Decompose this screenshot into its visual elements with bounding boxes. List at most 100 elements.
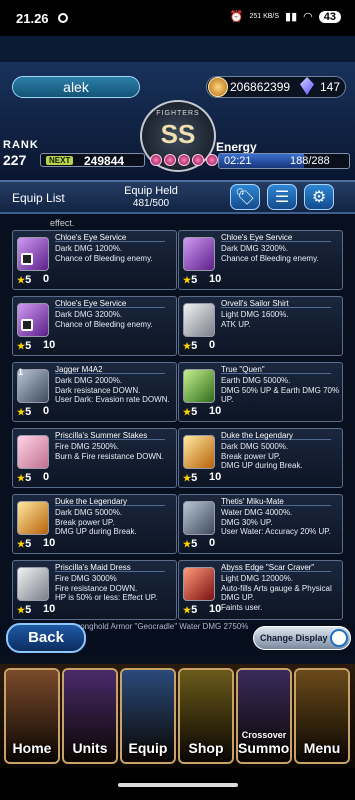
notification-icon (58, 13, 68, 23)
star-icon: ★ (183, 473, 192, 483)
nav-shop[interactable]: Shop (178, 668, 234, 764)
equip-card[interactable]: Chloe's Eye Service Dark DMG 1200%. Chanc… (12, 230, 177, 290)
equip-card[interactable]: Chloe's Eye Service Dark DMG 3200%. Chanc… (178, 230, 343, 290)
equip-card[interactable]: Abyss Edge "Scar Craver" Light DMG 12000%… (178, 560, 343, 620)
equip-description: Dark DMG 5000%. Break power UP. DMG UP d… (221, 442, 303, 470)
rarity-value: 5 (25, 406, 32, 418)
rarity-value: 5 (25, 538, 32, 550)
back-button[interactable]: Back (6, 623, 86, 653)
equip-name: Duke the Legendary (55, 497, 128, 506)
equip-description: Earth DMG 5000%. DMG 50% UP & Earth DMG … (221, 376, 340, 404)
equip-name: Chloe's Eye Service (55, 233, 127, 242)
equip-card[interactable]: Priscilla's Summer Stakes Fire DMG 2500%.… (12, 428, 177, 488)
equip-description: Dark DMG 5000%. Break power UP. DMG UP d… (55, 508, 137, 536)
partial-item-text: effect. (50, 218, 75, 228)
equip-card[interactable]: Duke the Legendary Dark DMG 5000%. Break … (178, 428, 343, 488)
equip-description: Dark DMG 3200%. Chance of Bleeding enemy… (221, 244, 319, 263)
equip-rarity: ★5 (183, 340, 197, 352)
heart-icon (192, 154, 204, 166)
star-icon: ★ (17, 539, 26, 549)
equip-rarity: ★5 (183, 538, 197, 550)
equip-rarity: ★5 (17, 604, 31, 616)
equip-held-value: 481/500 (132, 198, 170, 209)
equip-rarity: ★5 (183, 472, 197, 484)
equip-card[interactable]: Orvell's Sailor Shirt Light DMG 1600%. AT… (178, 296, 343, 356)
rank-label: RANK (3, 139, 39, 151)
equip-name: Thetis' Miku-Mate (221, 497, 284, 506)
equip-thumbnail (183, 501, 215, 535)
nav-equip[interactable]: Equip (120, 668, 176, 764)
star-icon: ★ (17, 605, 26, 615)
star-icon: ★ (183, 407, 192, 417)
equip-card[interactable]: True "Quen" Earth DMG 5000%. DMG 50% UP &… (178, 362, 343, 422)
equip-rarity: ★5 (17, 274, 31, 286)
star-icon: ★ (183, 605, 192, 615)
nav-label: Menu (303, 740, 341, 756)
equip-card[interactable]: Chloe's Eye Service Dark DMG 3200%. Chanc… (12, 296, 177, 356)
nav-menu[interactable]: Menu (294, 668, 350, 764)
nav-label: Shop (188, 740, 224, 756)
tag-filter-button[interactable]: 🏷 (230, 184, 260, 210)
equip-description: Dark DMG 1200%. Chance of Bleeding enemy… (55, 244, 153, 263)
emblem-text: FIGHTERS (156, 110, 200, 117)
equip-rarity: ★5 (17, 472, 31, 484)
equip-card[interactable]: 1 Jagger M4A2 Dark DMG 2000%. Dark resista… (12, 362, 177, 422)
equip-card[interactable]: Thetis' Miku-Mate Water DMG 4000%. DMG 30… (178, 494, 343, 554)
equip-description: Fire DMG 3000% Fire resistance DOWN. HP … (55, 574, 158, 602)
energy-label: Energy (216, 140, 257, 154)
equip-description: Light DMG 1600%. ATK UP. (221, 310, 289, 329)
equip-thumbnail (17, 567, 49, 601)
energy-value: 188/288 (290, 155, 330, 167)
player-name[interactable]: alek (12, 76, 140, 98)
equip-thumbnail (183, 237, 215, 271)
equip-name: Abyss Edge "Scar Craver" (221, 563, 315, 572)
emblem-rank: SS (160, 119, 196, 149)
signal-icon: ▮▮ (285, 11, 298, 23)
equip-name: True "Quen" (221, 365, 265, 374)
home-indicator[interactable] (118, 783, 238, 787)
network-speed: 251 KB/S (249, 13, 280, 20)
heart-icon (178, 154, 190, 166)
lock-icon (21, 253, 33, 265)
nav-units[interactable]: Units (62, 668, 118, 764)
equip-name: Jagger M4A2 (55, 365, 103, 374)
equip-card[interactable]: Duke the Legendary Dark DMG 5000%. Break … (12, 494, 177, 554)
nav-home[interactable]: Home (4, 668, 60, 764)
next-exp-value: 249844 (84, 154, 125, 168)
rarity-value: 5 (191, 604, 198, 616)
settings-button[interactable]: ⚙ (304, 184, 334, 210)
nav-label: Equip (128, 740, 168, 756)
equip-level: 10 (209, 273, 222, 285)
wifi-icon: ◠ (303, 11, 313, 23)
equip-thumbnail (183, 435, 215, 469)
equip-rarity: ★5 (17, 538, 31, 550)
status-right: ⏰ 251 KB/S ▮▮ ◠ 43 (230, 10, 341, 23)
rarity-value: 5 (191, 274, 198, 286)
star-icon: ★ (17, 473, 26, 483)
equip-count: 1 (18, 367, 24, 377)
equip-thumbnail (183, 369, 215, 403)
status-bar: 21.26 ⏰ 251 KB/S ▮▮ ◠ 43 (0, 0, 355, 36)
equip-description: Water DMG 4000%. DMG 30% UP. User Water:… (221, 508, 331, 536)
equip-name: Duke the Legendary (221, 431, 294, 440)
equip-thumbnail (183, 303, 215, 337)
sort-button[interactable]: ☰ (267, 184, 297, 210)
equip-level: 0 (43, 471, 50, 483)
nav-summon[interactable]: Crossover Summon (236, 668, 292, 764)
alarm-icon: ⏰ (229, 11, 244, 23)
rank-value: 227 (3, 152, 27, 168)
equip-level: 0 (43, 273, 50, 285)
equip-rarity: ★5 (183, 604, 197, 616)
equip-rarity: ★5 (183, 274, 197, 286)
gil-icon (208, 77, 228, 97)
heart-icon (150, 154, 162, 166)
equip-name: Priscilla's Summer Stakes (55, 431, 148, 440)
equip-name: Chloe's Eye Service (221, 233, 293, 242)
rarity-value: 5 (191, 538, 198, 550)
equip-card[interactable]: Priscilla's Maid Dress Fire DMG 3000% Fir… (12, 560, 177, 620)
heart-gauge (150, 154, 218, 166)
equip-level: 10 (209, 471, 222, 483)
nav-sublabel: Crossover (241, 730, 287, 740)
partial-item-text: Stronghold Armor "Geocradle" Water DMG 2… (70, 622, 249, 631)
next-label: NEXT (46, 156, 74, 165)
